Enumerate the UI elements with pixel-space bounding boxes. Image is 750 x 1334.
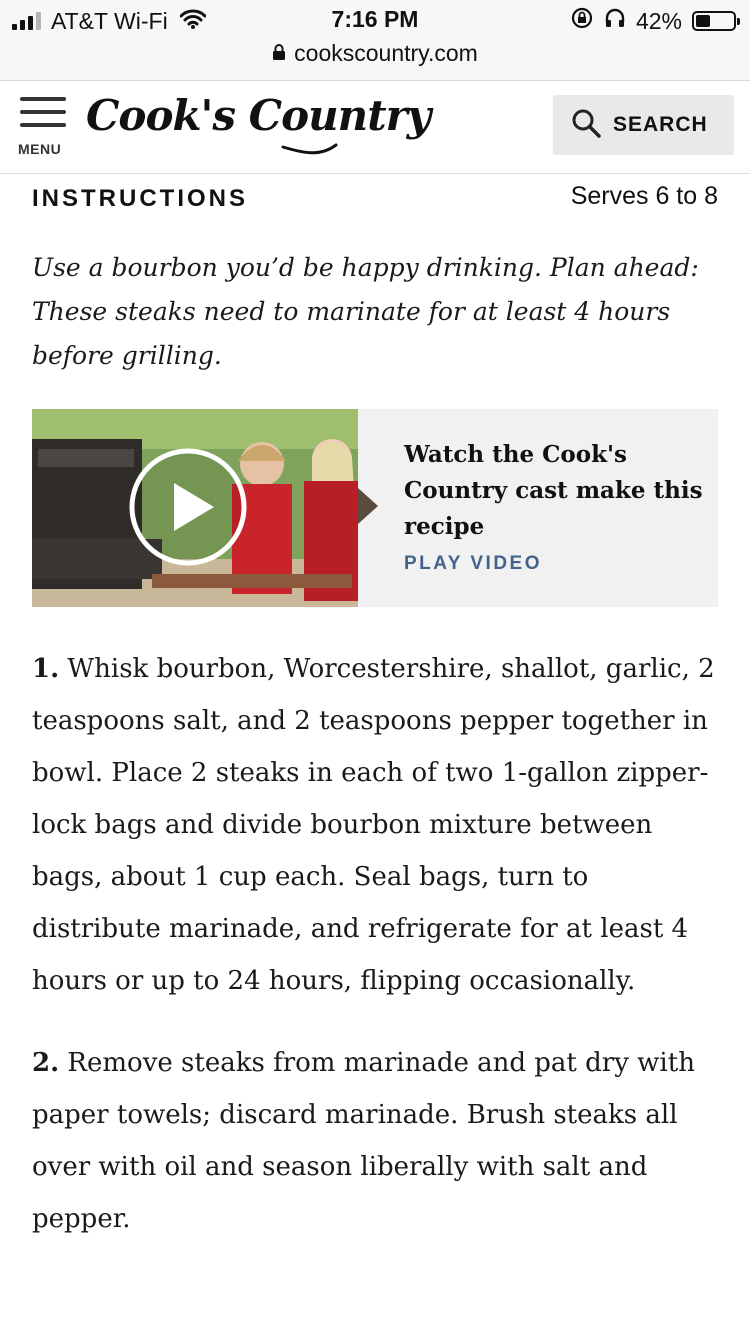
- status-bar: AT&T Wi-Fi 7:16 PM 42% cookscountry.com: [0, 0, 750, 81]
- url-text: cookscountry.com: [294, 40, 478, 66]
- address-bar[interactable]: cookscountry.com: [0, 40, 750, 67]
- recipe-step: 1. Whisk bourbon, Worcestershire, shallo…: [32, 643, 718, 1007]
- recipe-instructions: INSTRUCTIONS Serves 6 to 8 Use a bourbon…: [32, 174, 718, 1245]
- serves-label: Serves 6 to 8: [570, 182, 718, 210]
- instructions-header: INSTRUCTIONS Serves 6 to 8: [32, 174, 718, 224]
- play-icon[interactable]: [128, 447, 248, 567]
- search-icon: [571, 108, 601, 143]
- video-thumbnail[interactable]: [32, 409, 358, 607]
- search-label: SEARCH: [613, 113, 708, 136]
- play-video-link[interactable]: PLAY VIDEO: [404, 553, 704, 575]
- battery-icon: [692, 11, 740, 31]
- battery-percentage: 42%: [635, 7, 682, 34]
- lock-icon: [272, 40, 286, 67]
- step-text: Remove steaks from marinade and pat dry …: [32, 1048, 695, 1234]
- step-number: 1.: [32, 654, 60, 684]
- search-button[interactable]: SEARCH: [553, 95, 734, 155]
- status-right: 42%: [570, 6, 740, 36]
- video-pointer: [358, 488, 378, 524]
- video-title[interactable]: Watch the Cook's Country cast make this …: [404, 437, 704, 545]
- recipe-note: Use a bourbon you’d be happy drinking. P…: [32, 253, 699, 370]
- site-header: MENU Cook's Country SEARCH: [0, 81, 750, 174]
- video-card[interactable]: Watch the Cook's Country cast make this …: [32, 409, 718, 607]
- menu-button[interactable]: MENU: [18, 97, 70, 157]
- step-number: 2.: [32, 1048, 60, 1078]
- instructions-title: INSTRUCTIONS: [32, 185, 248, 212]
- headphones-icon: [604, 7, 626, 35]
- logo-swash: [281, 143, 338, 155]
- site-logo[interactable]: Cook's Country: [86, 91, 431, 140]
- video-text: Watch the Cook's Country cast make this …: [404, 437, 704, 575]
- orientation-lock-icon: [570, 6, 594, 36]
- menu-label: MENU: [18, 141, 62, 157]
- recipe-step: 2. Remove steaks from marinade and pat d…: [32, 1037, 718, 1245]
- step-text: Whisk bourbon, Worcestershire, shallot, …: [32, 654, 715, 996]
